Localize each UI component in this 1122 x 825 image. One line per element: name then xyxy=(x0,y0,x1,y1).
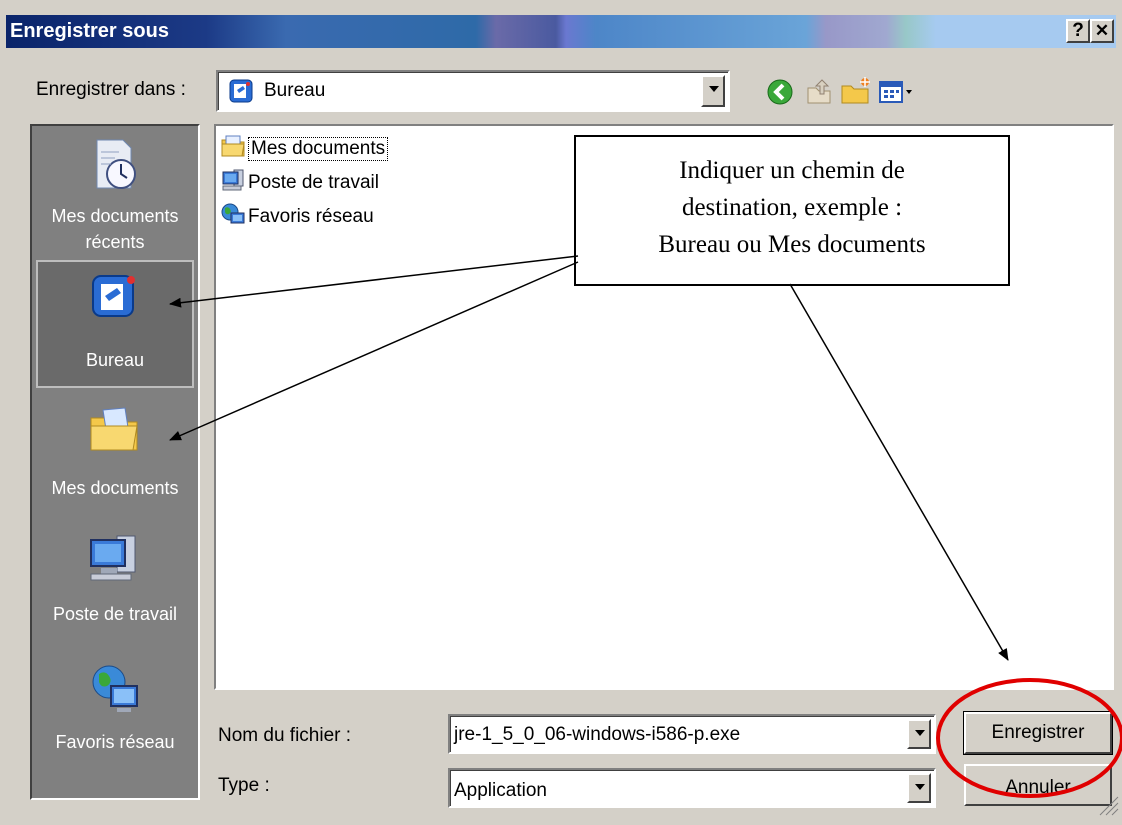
save-in-label: Enregistrer dans : xyxy=(36,79,186,100)
filename-dropdown-button[interactable] xyxy=(907,719,931,749)
up-folder-icon[interactable] xyxy=(804,76,834,111)
file-name: Mes documents xyxy=(248,137,389,161)
file-name: Favoris réseau xyxy=(248,206,374,227)
location-dropdown-button[interactable] xyxy=(701,75,725,107)
back-icon[interactable] xyxy=(766,78,794,111)
my-computer-icon xyxy=(220,168,246,198)
list-item[interactable]: Mes documents xyxy=(220,134,389,164)
window-title: Enregistrer sous xyxy=(10,20,169,42)
help-button[interactable]: ? xyxy=(1066,19,1090,43)
place-label: Favoris réseau xyxy=(55,732,175,752)
type-value: Application xyxy=(454,780,547,801)
location-combo[interactable]: Bureau xyxy=(216,70,730,112)
filename-value: jre-1_5_0_06-windows-i586-p.exe xyxy=(454,724,741,745)
annotation-line: Indiquer un chemin de xyxy=(679,157,905,184)
view-menu-icon[interactable] xyxy=(878,78,918,111)
place-recent-documents[interactable]: Mes documents récents xyxy=(32,136,198,255)
desktop-icon xyxy=(228,78,254,109)
my-computer-icon xyxy=(32,532,198,591)
cancel-button[interactable]: Annuler xyxy=(964,764,1112,806)
title-bar[interactable]: Enregistrer sous ? ✕ xyxy=(0,0,1122,54)
place-label: Poste de travail xyxy=(52,604,178,624)
new-folder-icon[interactable] xyxy=(840,76,872,111)
place-desktop[interactable]: Bureau xyxy=(32,270,198,373)
list-item[interactable]: Favoris réseau xyxy=(220,202,374,232)
places-bar: Mes documents récents Bureau Mes documen… xyxy=(30,124,200,800)
save-button[interactable]: Enregistrer xyxy=(963,711,1113,755)
location-value: Bureau xyxy=(264,80,326,101)
my-documents-icon xyxy=(32,404,198,463)
annotation-callout: Indiquer un chemin de destination, exemp… xyxy=(574,135,1010,286)
title-bar-gradient xyxy=(6,15,1116,48)
recent-documents-icon xyxy=(32,136,198,199)
network-places-icon xyxy=(220,202,246,232)
place-label: Mes documents xyxy=(51,478,179,498)
file-name: Poste de travail xyxy=(248,172,379,193)
place-my-computer[interactable]: Poste de travail xyxy=(32,532,198,627)
list-item[interactable]: Poste de travail xyxy=(220,168,379,198)
type-select[interactable]: Application xyxy=(448,768,936,808)
type-dropdown-button[interactable] xyxy=(907,773,931,803)
type-label: Type : xyxy=(218,775,270,796)
my-documents-icon xyxy=(220,134,246,164)
filename-label: Nom du fichier : xyxy=(218,725,352,746)
filename-input[interactable]: jre-1_5_0_06-windows-i586-p.exe xyxy=(448,714,936,754)
place-network[interactable]: Favoris réseau xyxy=(32,660,198,755)
place-label: Bureau xyxy=(85,350,145,370)
close-button[interactable]: ✕ xyxy=(1090,19,1114,43)
annotation-line: Bureau ou Mes documents xyxy=(658,231,926,258)
place-label: Mes documents récents xyxy=(51,206,179,252)
network-places-icon xyxy=(32,660,198,723)
annotation-line: destination, exemple : xyxy=(681,194,903,221)
place-my-documents[interactable]: Mes documents xyxy=(32,404,198,501)
desktop-icon xyxy=(32,270,198,329)
